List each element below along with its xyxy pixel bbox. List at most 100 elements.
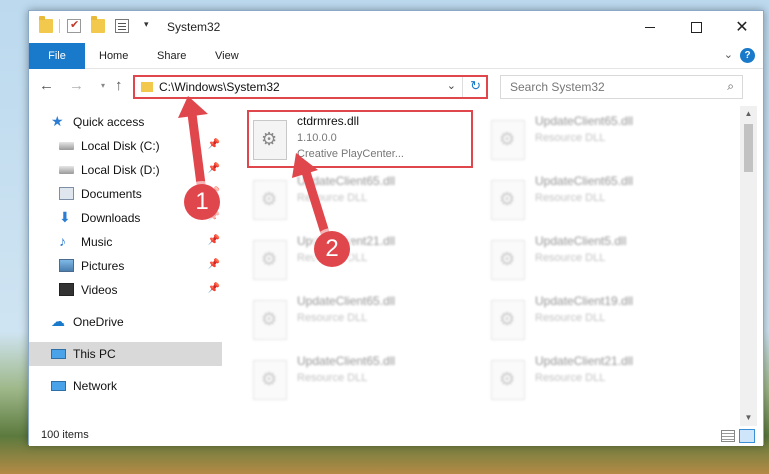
file-highlight-box [247,110,473,168]
close-button[interactable]: ✕ [719,11,765,43]
documents-icon [59,187,74,200]
file-item[interactable]: UpdateClient65.dll Resource DLL [487,172,712,226]
ribbon-tabs: File Home Share View ⌄ ? [29,43,763,69]
scrollbar-thumb[interactable] [744,124,753,172]
file-name: UpdateClient65.dll [535,114,634,128]
navigation-bar: ← → ▾ ↑ C:\Windows\System32 ⌄ ↻ Search S… [29,70,763,104]
sidebar-item-label: Pictures [81,259,125,273]
title-bar: ▾ System32 ✕ [29,11,763,43]
dll-file-icon [491,240,525,280]
details-view-icon[interactable] [721,430,735,442]
videos-icon [59,283,74,296]
file-description: Resource DLL [297,312,368,324]
recent-locations-dropdown-icon[interactable]: ▾ [101,81,105,90]
sidebar-item-label: OneDrive [73,315,124,329]
properties-check-icon[interactable] [67,18,81,33]
pin-icon[interactable]: 📌 [208,235,220,246]
sidebar-item-label: Quick access [73,115,145,129]
quick-access-dropdown-icon[interactable]: ▾ [144,19,149,30]
sidebar-item-onedrive[interactable]: ☁ OneDrive [29,310,222,334]
vertical-scrollbar[interactable]: ▲ ▼ [740,106,757,426]
file-item[interactable]: UpdateClient65.dll Resource DLL [249,352,474,406]
refresh-icon[interactable]: ↻ [470,78,481,94]
pin-icon[interactable]: 📌 [208,139,220,150]
sidebar-item-local-disk-c[interactable]: Local Disk (C:) 📌 [29,134,222,158]
sidebar-item-label: Local Disk (D:) [81,163,160,177]
step-2-badge: 2 [314,231,350,267]
pin-icon[interactable]: 📌 [208,283,220,294]
file-name: UpdateClient21.dll [535,354,634,368]
file-description: Resource DLL [535,372,606,384]
dll-file-icon [491,300,525,340]
minimize-button[interactable] [627,11,673,43]
maximize-button[interactable] [673,11,719,43]
search-icon[interactable]: ⌕ [727,79,734,94]
file-item[interactable]: UpdateClient21.dll Resource DLL [487,352,712,406]
dll-file-icon [253,180,287,220]
file-item[interactable]: UpdateClient21.dll Resource DLL [249,232,474,286]
dll-file-icon [253,240,287,280]
tab-home[interactable]: Home [89,43,138,69]
properties-icon[interactable] [115,19,129,33]
sidebar-item-this-pc[interactable]: This PC [29,342,222,366]
back-arrow-icon[interactable]: ← [39,77,54,94]
file-name: UpdateClient65.dll [535,174,634,188]
tab-file[interactable]: File [29,43,85,69]
file-description: Resource DLL [535,132,606,144]
up-arrow-icon[interactable]: ↑ [115,77,123,94]
file-item[interactable]: UpdateClient65.dll Resource DLL [249,292,474,346]
sidebar-item-quick-access[interactable]: ★ Quick access [29,110,222,134]
sidebar-item-label: This PC [73,347,116,361]
sidebar-item-label: Downloads [81,211,141,225]
sidebar-item-pictures[interactable]: Pictures 📌 [29,254,222,278]
address-dropdown-icon[interactable]: ⌄ [447,79,456,92]
sidebar-item-network[interactable]: Network [29,374,222,398]
disk-icon [59,142,74,150]
sidebar-item-videos[interactable]: Videos 📌 [29,278,222,302]
navigation-pane: ★ Quick access Local Disk (C:) 📌 Local D… [29,106,222,426]
network-icon [51,381,66,391]
sidebar-item-label: Local Disk (C:) [81,139,160,153]
divider [59,19,60,33]
pin-icon[interactable]: 📌 [208,259,220,270]
help-icon[interactable]: ? [740,48,755,63]
new-folder-icon[interactable] [91,16,105,33]
pictures-icon [59,259,74,272]
address-path[interactable]: C:\Windows\System32 [159,80,280,94]
file-item[interactable]: UpdateClient5.dll Resource DLL [487,232,712,286]
scroll-down-icon[interactable]: ▼ [740,410,757,426]
large-icons-view-icon[interactable] [739,429,755,443]
tab-share[interactable]: Share [147,43,196,69]
dll-file-icon [253,360,287,400]
computer-icon [51,349,66,359]
dll-file-icon [491,180,525,220]
file-name: UpdateClient65.dll [297,294,396,308]
search-placeholder[interactable]: Search System32 [510,80,605,94]
sidebar-item-label: Music [81,235,113,249]
file-item[interactable]: UpdateClient65.dll Resource DLL [487,112,712,166]
explorer-window: ▾ System32 ✕ File Home Share View ⌄ ? ← … [28,10,764,446]
file-description: Resource DLL [297,372,368,384]
sidebar-item-music[interactable]: ♪ Music 📌 [29,230,222,254]
file-name: UpdateClient5.dll [535,234,627,248]
chevron-down-icon[interactable]: ⌄ [724,48,733,61]
sidebar-item-local-disk-d[interactable]: Local Disk (D:) 📌 [29,158,222,182]
tab-view[interactable]: View [205,43,249,69]
file-name: UpdateClient65.dll [297,354,396,368]
folder-icon[interactable] [39,16,53,33]
dll-file-icon [253,300,287,340]
search-input[interactable]: Search System32 ⌕ [500,75,743,99]
forward-arrow-icon[interactable]: → [69,77,84,94]
file-item[interactable]: UpdateClient65.dll Resource DLL [249,172,474,226]
scroll-up-icon[interactable]: ▲ [740,106,757,122]
file-item[interactable]: UpdateClient19.dll Resource DLL [487,292,712,346]
pin-icon[interactable]: 📌 [208,163,220,174]
download-icon: ⬇ [59,209,71,225]
dll-file-icon [491,120,525,160]
dll-file-icon [491,360,525,400]
item-count: 100 items [41,429,89,441]
address-bar[interactable]: C:\Windows\System32 ⌄ ↻ [133,75,488,99]
status-bar: 100 items [29,426,763,446]
divider [462,77,463,97]
window-title: System32 [167,20,221,34]
